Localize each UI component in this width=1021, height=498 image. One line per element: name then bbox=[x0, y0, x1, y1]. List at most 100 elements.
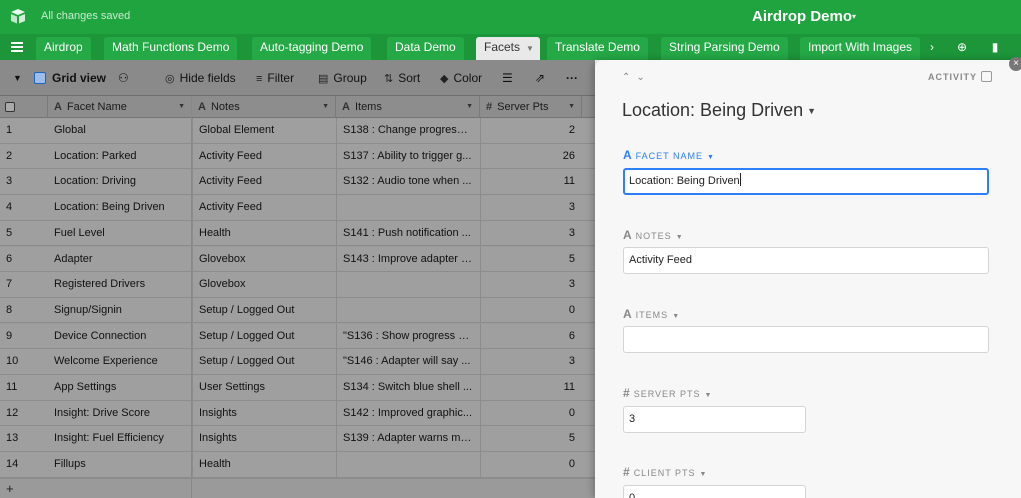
table-row[interactable]: 12 Insight: Drive Score Insights S142 : Imp… bbox=[0, 400, 595, 427]
notes-cell[interactable]: Activity Feed bbox=[192, 169, 335, 195]
facet-name-cell[interactable]: Welcome Experience bbox=[48, 349, 191, 374]
chevron-down-icon[interactable]: ▼ bbox=[700, 471, 708, 478]
items-cell[interactable]: S139 : Adapter warns me... bbox=[336, 426, 479, 452]
facet-name-input[interactable]: Location: Being Driven bbox=[623, 168, 989, 195]
table-row[interactable]: 13 Insight: Fuel Efficiency Insights S139 :… bbox=[0, 426, 595, 452]
items-cell[interactable] bbox=[336, 272, 479, 298]
view-switcher[interactable]: Grid view bbox=[34, 70, 106, 86]
chevron-down-icon[interactable]: ▼ bbox=[526, 44, 534, 53]
items-cell[interactable]: S143 : Improve adapter s... bbox=[336, 246, 479, 272]
items-cell[interactable]: S141 : Push notification ... bbox=[336, 220, 479, 246]
row-height-icon[interactable]: ☰ bbox=[502, 70, 513, 86]
collaborators-icon[interactable]: ⚇ bbox=[118, 70, 129, 86]
server-pts-cell[interactable]: 3 bbox=[480, 349, 581, 375]
notes-cell[interactable]: Insights bbox=[192, 426, 335, 452]
chevron-down-icon[interactable]: ▼ bbox=[322, 96, 329, 118]
tab-airdrop[interactable]: Airdrop bbox=[36, 37, 91, 60]
add-row-button[interactable]: + bbox=[0, 478, 595, 498]
items-cell[interactable] bbox=[336, 195, 479, 221]
color-button[interactable]: ◆ Color bbox=[440, 70, 482, 86]
hide-fields-button[interactable]: ◎ Hide fields bbox=[165, 70, 236, 86]
items-cell[interactable]: S138 : Change progress ... bbox=[336, 118, 479, 143]
notes-input[interactable]: Activity Feed bbox=[623, 247, 989, 274]
record-title[interactable]: Location: Being Driven ▼ bbox=[622, 100, 816, 121]
server-pts-cell[interactable]: 11 bbox=[480, 375, 581, 400]
field-label-server-pts[interactable]: # SERVER PTS ▼ bbox=[623, 386, 712, 400]
server-pts-cell[interactable]: 26 bbox=[480, 143, 581, 169]
client-pts-input[interactable]: 0 bbox=[623, 485, 806, 498]
table-row[interactable]: 8 Signup/Signin Setup / Logged Out 0 bbox=[0, 297, 595, 324]
items-cell[interactable]: S132 : Audio tone when ... bbox=[336, 169, 479, 195]
chevron-down-icon[interactable]: ▼ bbox=[807, 106, 816, 116]
server-pts-cell[interactable]: 3 bbox=[480, 220, 581, 246]
sort-button[interactable]: ⇅ Sort bbox=[384, 70, 420, 86]
notes-cell[interactable]: Setup / Logged Out bbox=[192, 349, 335, 375]
items-input[interactable] bbox=[623, 326, 989, 353]
add-table-icon[interactable]: ⊕ bbox=[955, 41, 969, 55]
scroll-tabs-right-icon[interactable]: › bbox=[925, 41, 939, 55]
tab-string-parsing-demo[interactable]: String Parsing Demo bbox=[661, 37, 788, 60]
notes-cell[interactable]: User Settings bbox=[192, 375, 335, 400]
facet-name-cell[interactable]: Location: Driving bbox=[48, 169, 191, 194]
facet-name-cell[interactable]: Insight: Fuel Efficiency bbox=[48, 426, 191, 451]
chevron-down-icon[interactable]: ▼ bbox=[672, 313, 680, 320]
facet-name-cell[interactable]: Location: Parked bbox=[48, 144, 191, 169]
field-label-client-pts[interactable]: # CLIENT PTS ▼ bbox=[623, 465, 707, 479]
server-pts-cell[interactable]: 5 bbox=[480, 426, 581, 452]
items-cell[interactable] bbox=[336, 297, 479, 323]
tab-import-with-images[interactable]: Import With Images bbox=[800, 37, 921, 60]
chevron-down-icon[interactable]: ▼ bbox=[705, 392, 713, 399]
base-name[interactable]: Airdrop Demo bbox=[752, 8, 852, 25]
facet-name-cell[interactable]: Adapter bbox=[48, 247, 191, 272]
close-icon[interactable]: × bbox=[1009, 57, 1021, 71]
table-row[interactable]: 6 Adapter Glovebox S143 : Improve adapter s… bbox=[0, 246, 595, 273]
notes-cell[interactable]: Activity Feed bbox=[192, 143, 335, 169]
chevron-down-icon[interactable]: ⌄ bbox=[636, 72, 650, 83]
facet-name-cell[interactable]: Device Connection bbox=[48, 324, 191, 349]
filter-button[interactable]: ≡ Filter bbox=[256, 70, 294, 86]
chevron-down-icon[interactable]: ▼ bbox=[568, 96, 575, 118]
table-row[interactable]: 14 Fillups Health 0 bbox=[0, 452, 595, 478]
table-row[interactable]: 2 Location: Parked Activity Feed S137 : Abi… bbox=[0, 143, 595, 170]
notes-cell[interactable]: Health bbox=[192, 220, 335, 246]
items-cell[interactable]: S142 : Improved graphic... bbox=[336, 400, 479, 426]
facet-name-cell[interactable]: Registered Drivers bbox=[48, 272, 191, 297]
server-pts-cell[interactable]: 3 bbox=[480, 195, 581, 221]
items-cell[interactable]: "S136 : Show progress b... bbox=[336, 323, 479, 349]
chevron-up-icon[interactable]: ⌃ bbox=[622, 72, 636, 83]
facet-name-cell[interactable]: Fillups bbox=[48, 452, 191, 477]
table-row[interactable]: 3 Location: Driving Activity Feed S132 : Au… bbox=[0, 169, 595, 195]
facet-name-cell[interactable]: Location: Being Driven bbox=[48, 195, 191, 220]
server-pts-cell[interactable]: 3 bbox=[480, 272, 581, 298]
table-row[interactable]: 11 App Settings User Settings S134 : Switch… bbox=[0, 375, 595, 401]
field-label-items[interactable]: A ITEMS ▼ bbox=[623, 307, 680, 321]
items-cell[interactable]: "S146 : Adapter will say ... bbox=[336, 349, 479, 375]
column-header-notes[interactable]: A Notes ▼ bbox=[192, 96, 336, 118]
chevron-down-icon[interactable]: ▼ bbox=[676, 234, 684, 241]
trash-icon[interactable]: ▮ bbox=[988, 41, 1002, 55]
tab-data-demo[interactable]: Data Demo bbox=[387, 37, 464, 60]
items-cell[interactable]: S134 : Switch blue shell ... bbox=[336, 375, 479, 400]
tab-facets[interactable]: Facets ▼ bbox=[476, 37, 540, 60]
server-pts-cell[interactable]: 6 bbox=[480, 323, 581, 349]
table-row[interactable]: 5 Fuel Level Health S141 : Push notificatio… bbox=[0, 220, 595, 247]
notes-cell[interactable]: Glovebox bbox=[192, 272, 335, 298]
column-header-facet-name[interactable]: A Facet Name ▼ bbox=[48, 96, 192, 118]
chevron-down-icon[interactable]: ▼ bbox=[707, 154, 715, 161]
server-pts-cell[interactable]: 5 bbox=[480, 246, 581, 272]
activity-sidebar-icon[interactable] bbox=[981, 71, 992, 82]
activity-toggle[interactable]: ACTIVITY bbox=[928, 72, 977, 82]
base-menu-caret-icon[interactable]: ▾ bbox=[852, 12, 856, 21]
facet-name-cell[interactable]: Signup/Signin bbox=[48, 298, 191, 323]
facet-name-cell[interactable]: Global bbox=[48, 118, 191, 143]
notes-cell[interactable]: Activity Feed bbox=[192, 195, 335, 221]
notes-cell[interactable]: Insights bbox=[192, 400, 335, 426]
items-cell[interactable] bbox=[336, 452, 479, 478]
more-options-icon[interactable]: ··· bbox=[566, 70, 578, 86]
select-all-checkbox[interactable] bbox=[5, 102, 15, 112]
group-button[interactable]: ▤ Group bbox=[318, 70, 367, 86]
table-row[interactable]: 9 Device Connection Setup / Logged Out "S13… bbox=[0, 323, 595, 350]
table-row[interactable]: 1 Global Global Element S138 : Change progr… bbox=[0, 118, 595, 144]
facet-name-cell[interactable]: App Settings bbox=[48, 375, 191, 400]
table-row[interactable]: 4 Location: Being Driven Activity Feed 3 bbox=[0, 195, 595, 221]
